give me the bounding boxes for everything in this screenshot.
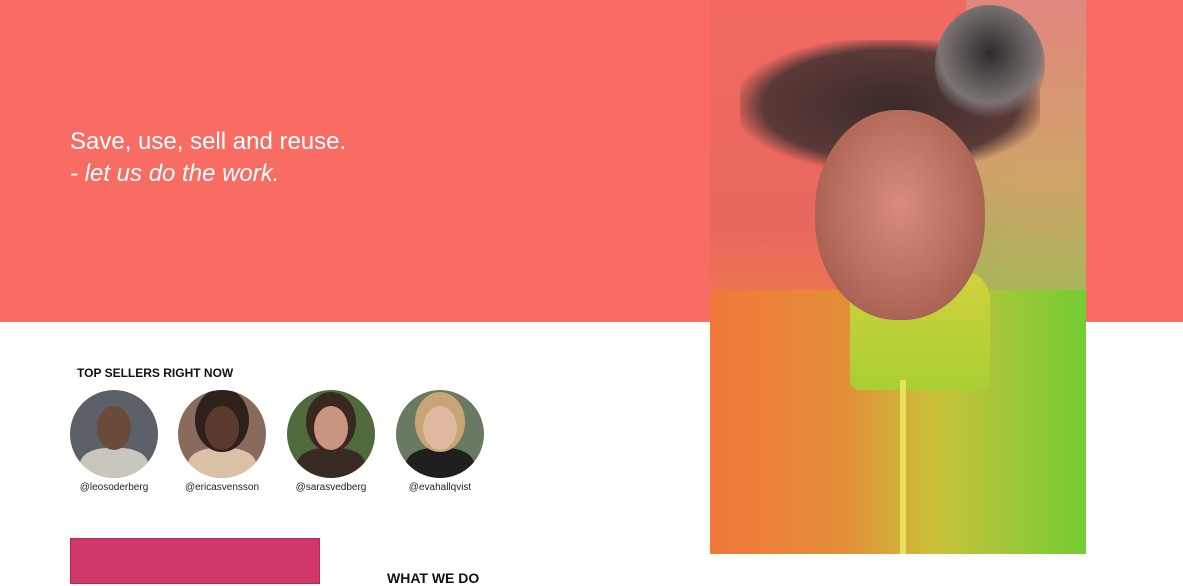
top-sellers-title: TOP SELLERS RIGHT NOW [77, 366, 234, 380]
tagline-line-1: Save, use, sell and reuse. [70, 128, 347, 155]
hero-photo [710, 0, 1086, 554]
tagline-line-2: - let us do the work. [70, 160, 280, 187]
seller-handle[interactable]: @sarasvedberg [276, 482, 386, 493]
seller-card[interactable]: @leosoderberg [59, 390, 169, 493]
seller-card[interactable]: @ericasvensson [167, 390, 277, 493]
seller-handle[interactable]: @ericasvensson [167, 482, 277, 493]
promo-image [70, 538, 320, 584]
seller-handle[interactable]: @leosoderberg [59, 482, 169, 493]
hero-tagline: Save, use, sell and reuse. - let us do t… [70, 126, 346, 190]
avatar[interactable] [287, 390, 375, 478]
seller-handle[interactable]: @evahallqvist [385, 482, 495, 493]
avatar[interactable] [178, 390, 266, 478]
seller-card[interactable]: @sarasvedberg [276, 390, 386, 493]
avatar[interactable] [70, 390, 158, 478]
seller-card[interactable]: @evahallqvist [385, 390, 495, 493]
avatar[interactable] [396, 390, 484, 478]
